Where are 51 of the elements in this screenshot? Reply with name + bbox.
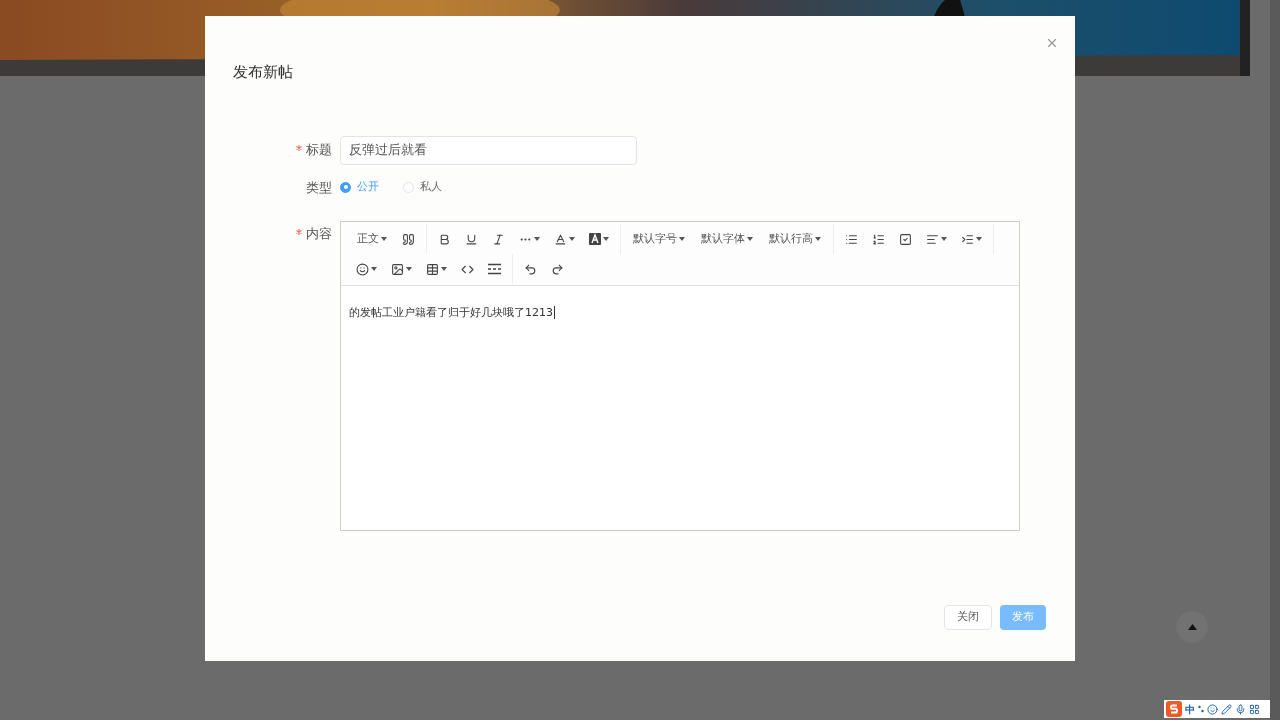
- caret-icon: [747, 237, 753, 241]
- image-icon: [391, 262, 404, 276]
- redo-icon: [551, 262, 564, 276]
- caret-icon: [371, 267, 377, 271]
- indent-icon: [961, 232, 974, 246]
- pencil-icon: [1221, 703, 1232, 715]
- emoji-icon: [1207, 703, 1218, 715]
- caret-icon: [815, 237, 821, 241]
- bold-icon: [438, 232, 451, 246]
- emoji-icon: [356, 262, 369, 276]
- italic-icon: [492, 232, 505, 246]
- table-icon: [426, 262, 439, 276]
- ime-mode[interactable]: 中: [1185, 701, 1195, 717]
- back-to-top-button[interactable]: [1176, 611, 1208, 643]
- close-icon: [1045, 36, 1059, 50]
- underline-icon: [465, 232, 478, 246]
- microphone-icon: [1235, 703, 1246, 715]
- close-button[interactable]: [1045, 36, 1059, 50]
- highlight-icon: [589, 233, 601, 245]
- editor-text[interactable]: 的发帖工业户籍看了归于好几块哦了1213: [349, 306, 555, 319]
- dialog-title: 发布新帖: [233, 62, 293, 83]
- punctuation-icon: [1198, 705, 1204, 713]
- caret-icon: [569, 237, 575, 241]
- align-left-icon: [926, 232, 939, 246]
- line-height-dropdown[interactable]: 默认行高: [761, 225, 829, 253]
- undo-icon: [524, 262, 537, 276]
- divider-icon: [488, 263, 501, 275]
- bulleted-list-icon: [845, 232, 858, 246]
- caret-icon: [381, 237, 387, 241]
- field-label: 类型: [306, 178, 332, 197]
- radio-option[interactable]: 私人: [403, 179, 442, 196]
- caret-icon: [941, 237, 947, 241]
- font-size-dropdown[interactable]: 默认字号: [625, 225, 693, 253]
- up-triangle-icon: [1187, 624, 1197, 630]
- close-dialog-button[interactable]: 关闭: [944, 605, 992, 630]
- title-input[interactable]: 反弹过后就看: [340, 135, 637, 165]
- caret-icon: [603, 237, 609, 241]
- quote-icon: [402, 232, 415, 246]
- paragraph-dropdown[interactable]: 正文: [349, 225, 395, 253]
- caret-icon: [441, 267, 447, 271]
- field-label: 标题: [306, 141, 332, 160]
- font-color-icon: [554, 232, 567, 246]
- grid-icon: [1249, 703, 1260, 715]
- caret-icon: [534, 237, 540, 241]
- caret-icon: [406, 267, 412, 271]
- todo-icon: [899, 232, 912, 246]
- field-label: 内容: [306, 225, 332, 243]
- numbered-list-icon: [872, 232, 885, 246]
- caret-icon: [976, 237, 982, 241]
- font-family-dropdown[interactable]: 默认字体: [693, 225, 761, 253]
- caret-icon: [679, 237, 685, 241]
